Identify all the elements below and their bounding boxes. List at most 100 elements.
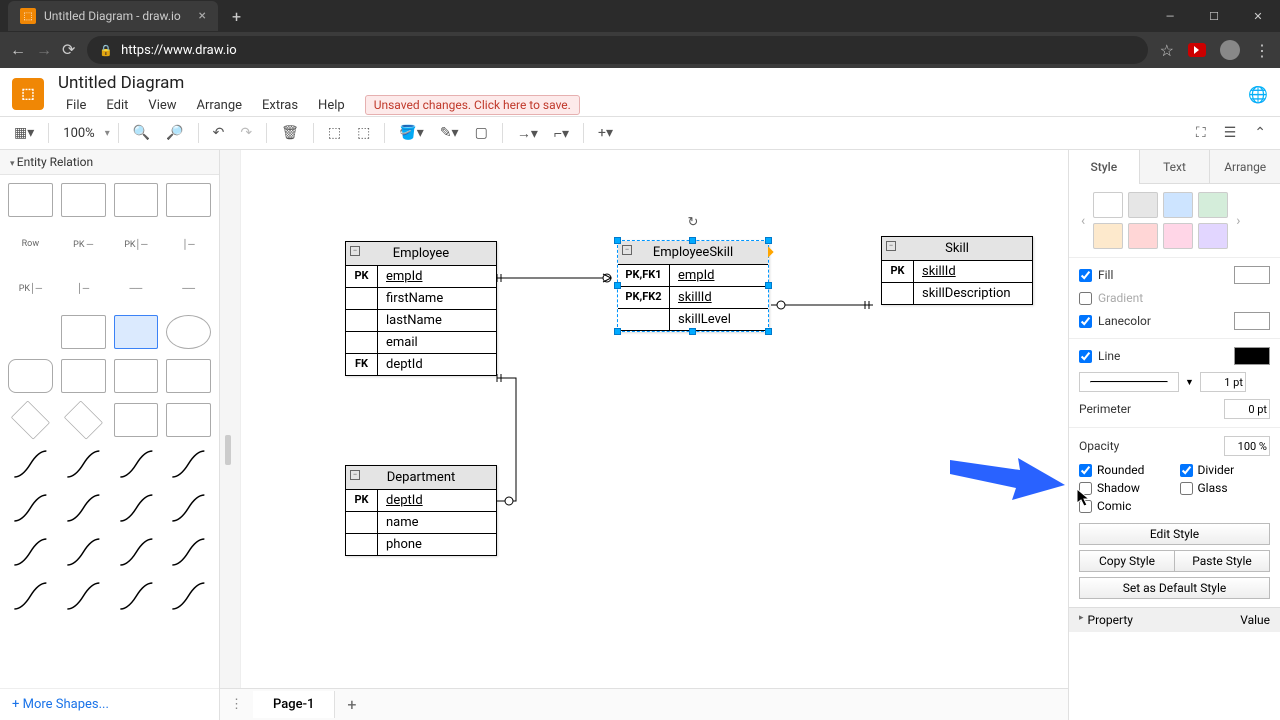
shape-thumb[interactable]: [11, 401, 50, 440]
property-header[interactable]: Property Value: [1069, 607, 1280, 632]
shape-thumb[interactable]: [114, 359, 159, 393]
swatch-next-icon[interactable]: ›: [1234, 213, 1242, 229]
connection-icon[interactable]: →▾: [511, 123, 544, 144]
shape-thumb[interactable]: [64, 401, 103, 440]
shape-thumb[interactable]: ──: [114, 271, 159, 305]
shape-thumb[interactable]: [61, 491, 106, 525]
waypoint-icon[interactable]: ⌐▾: [548, 123, 575, 144]
sidebar-collapse-handle[interactable]: [225, 435, 231, 465]
gradient-checkbox[interactable]: [1079, 292, 1092, 305]
bookmark-icon[interactable]: ☆: [1160, 41, 1174, 60]
shape-thumb[interactable]: PK│─: [114, 227, 159, 261]
canvas[interactable]: −Employee PKempId firstName lastName ema…: [240, 150, 1068, 688]
shape-thumb[interactable]: [166, 403, 211, 437]
nav-reload-icon[interactable]: ⟳: [62, 40, 75, 60]
shape-thumb[interactable]: [8, 359, 53, 393]
browser-tab[interactable]: ⬚ Untitled Diagram - draw.io ×: [8, 1, 218, 31]
menu-edit[interactable]: Edit: [98, 96, 136, 115]
divider-checkbox[interactable]: [1180, 464, 1193, 477]
shape-row-label[interactable]: Row: [8, 227, 53, 261]
shadow-icon[interactable]: ▢: [469, 123, 494, 143]
youtube-icon[interactable]: [1188, 43, 1206, 57]
drawio-logo[interactable]: ⬚: [12, 78, 44, 110]
lanecolor-checkbox[interactable]: [1079, 315, 1092, 328]
rounded-checkbox[interactable]: [1079, 464, 1092, 477]
view-picker[interactable]: ▦▾: [8, 123, 40, 143]
comic-checkbox[interactable]: [1079, 500, 1092, 513]
close-tab-icon[interactable]: ×: [199, 8, 206, 24]
page-menu-icon[interactable]: ⋮: [220, 697, 253, 712]
shape-thumb[interactable]: │─: [166, 227, 211, 261]
copy-style-button[interactable]: Copy Style: [1079, 550, 1174, 572]
fill-color-icon[interactable]: 🪣▾: [393, 123, 429, 143]
nav-forward-icon[interactable]: →: [36, 40, 52, 60]
shape-thumb[interactable]: [8, 315, 53, 349]
shape-thumb[interactable]: [8, 579, 53, 613]
table-employee[interactable]: −Employee PKempId firstName lastName ema…: [345, 241, 497, 376]
shape-thumb[interactable]: [114, 535, 159, 569]
delete-icon[interactable]: 🗑: [275, 123, 305, 143]
color-swatch[interactable]: [1128, 192, 1158, 218]
shape-thumb[interactable]: [166, 183, 211, 217]
table-employeeskill[interactable]: ↻ −EmployeeSkill PK,FK1empId PK,FK2skill…: [617, 240, 769, 332]
glass-checkbox[interactable]: [1180, 482, 1193, 495]
tab-style[interactable]: Style: [1069, 150, 1139, 184]
add-page-button[interactable]: +: [335, 695, 368, 714]
profile-avatar[interactable]: [1220, 40, 1240, 60]
color-swatch[interactable]: [1128, 223, 1158, 249]
shape-thumb[interactable]: [166, 535, 211, 569]
format-panel-icon[interactable]: ☰: [1218, 123, 1243, 143]
shape-thumb[interactable]: [61, 579, 106, 613]
shape-thumb[interactable]: PK ─: [61, 227, 106, 261]
shape-thumb[interactable]: [114, 403, 159, 437]
to-front-icon[interactable]: ⬚: [322, 123, 347, 143]
shape-thumb[interactable]: [114, 579, 159, 613]
color-swatch[interactable]: [1198, 192, 1228, 218]
shadow-checkbox[interactable]: [1079, 482, 1092, 495]
edit-style-button[interactable]: Edit Style: [1079, 523, 1270, 545]
shape-thumb[interactable]: [166, 447, 211, 481]
table-skill[interactable]: −Skill PKskillId skillDescription: [881, 236, 1033, 305]
shape-thumb[interactable]: [8, 491, 53, 525]
zoom-out-icon[interactable]: 🔎: [160, 123, 189, 143]
menu-help[interactable]: Help: [310, 96, 353, 115]
menu-file[interactable]: File: [58, 96, 94, 115]
url-field[interactable]: 🔒 https://www.draw.io: [87, 36, 1147, 64]
undo-icon[interactable]: ↶: [207, 123, 231, 143]
redo-icon[interactable]: ↷: [234, 123, 258, 143]
color-swatch[interactable]: [1198, 223, 1228, 249]
rotate-handle-icon[interactable]: ↻: [688, 215, 699, 230]
more-shapes-button[interactable]: + More Shapes...: [0, 688, 219, 720]
line-color-box[interactable]: [1234, 347, 1270, 365]
shape-thumb[interactable]: [61, 447, 106, 481]
window-close-icon[interactable]: ✕: [1236, 0, 1280, 32]
save-alert[interactable]: Unsaved changes. Click here to save.: [365, 95, 580, 115]
shape-thumb[interactable]: [114, 183, 159, 217]
language-icon[interactable]: 🌐: [1248, 85, 1268, 104]
shape-thumb[interactable]: │─: [61, 271, 106, 305]
color-swatch[interactable]: [1163, 223, 1193, 249]
table-department[interactable]: −Department PKdeptId name phone: [345, 465, 497, 556]
color-swatch[interactable]: [1093, 192, 1123, 218]
color-swatch[interactable]: [1093, 223, 1123, 249]
document-title[interactable]: Untitled Diagram: [58, 73, 580, 93]
line-width-input[interactable]: [1200, 372, 1246, 392]
tab-arrange[interactable]: Arrange: [1209, 150, 1280, 184]
collapse-icon[interactable]: ⌃: [1248, 123, 1272, 143]
shape-thumb[interactable]: [166, 491, 211, 525]
new-tab-button[interactable]: +: [226, 7, 247, 26]
shape-thumb[interactable]: [114, 447, 159, 481]
menu-extras[interactable]: Extras: [254, 96, 306, 115]
fill-checkbox[interactable]: [1079, 269, 1092, 282]
shape-thumb[interactable]: [8, 535, 53, 569]
fullscreen-icon[interactable]: ⛶: [1190, 123, 1212, 143]
tab-text[interactable]: Text: [1139, 150, 1210, 184]
window-minimize-icon[interactable]: —: [1148, 0, 1192, 32]
page-tab[interactable]: Page-1: [253, 691, 335, 718]
shape-thumb[interactable]: PK│─: [8, 271, 53, 305]
shape-thumb[interactable]: [114, 315, 159, 349]
shape-thumb[interactable]: [8, 447, 53, 481]
browser-menu-icon[interactable]: ⋮: [1254, 41, 1270, 60]
shape-thumb[interactable]: [61, 535, 106, 569]
paste-style-button[interactable]: Paste Style: [1174, 550, 1270, 572]
